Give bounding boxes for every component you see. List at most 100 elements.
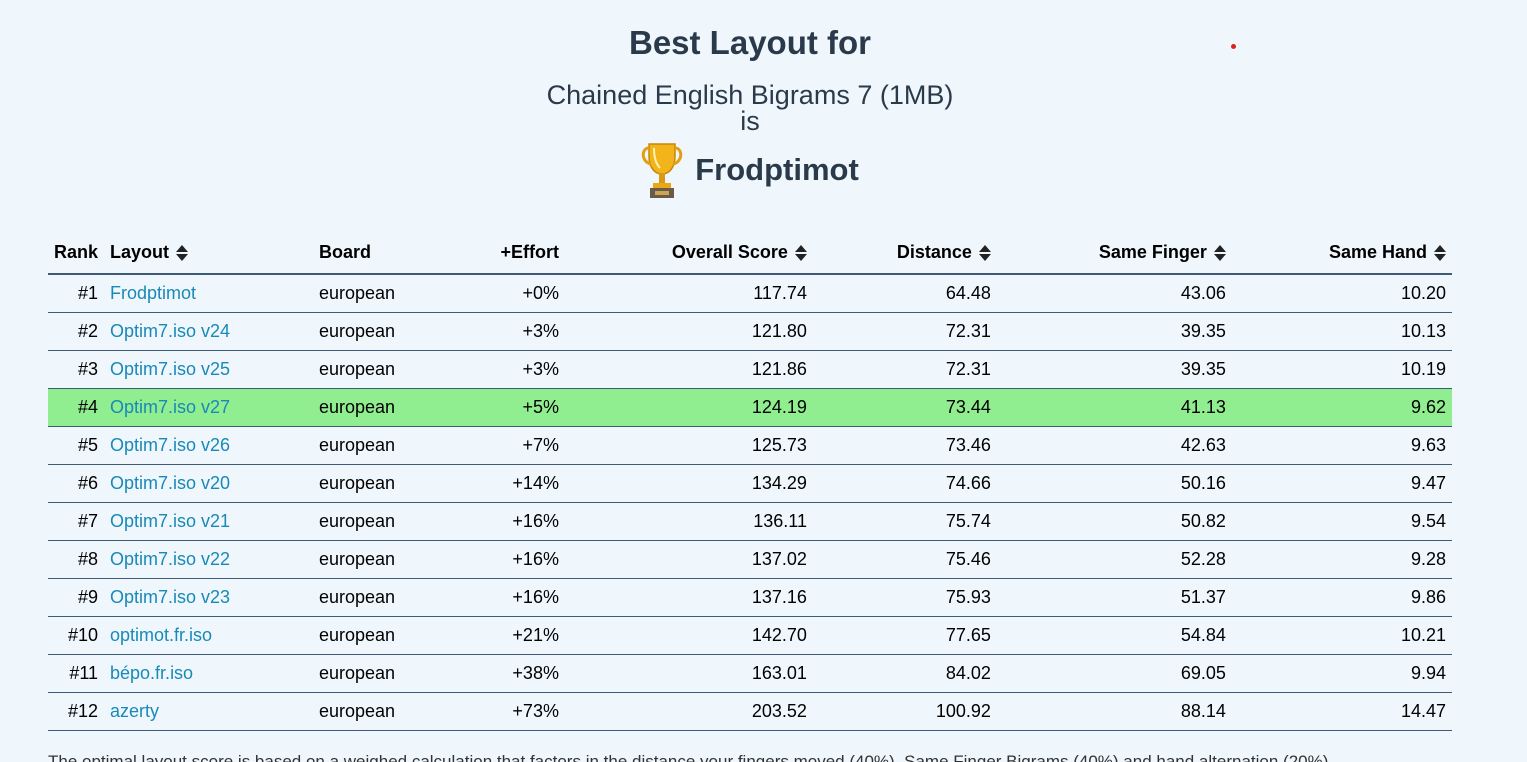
sort-icon[interactable] bbox=[1213, 245, 1226, 262]
table-row: #10 optimot.fr.iso european +21% 142.70 77.65… bbox=[48, 616, 1452, 655]
same-finger-cell: 50.16 bbox=[996, 464, 1232, 503]
overall-score-cell: 203.52 bbox=[564, 692, 813, 731]
distance-cell: 73.46 bbox=[812, 426, 997, 465]
same-finger-cell: 50.82 bbox=[996, 502, 1232, 541]
same-finger-cell: 39.35 bbox=[996, 312, 1232, 351]
table-row: #5 Optim7.iso v26 european +7% 125.73 73.46 42… bbox=[48, 426, 1452, 465]
rank-cell: #7 bbox=[48, 502, 105, 541]
same-hand-cell: 9.47 bbox=[1231, 464, 1452, 503]
rank-cell: #9 bbox=[48, 578, 105, 617]
layout-link[interactable]: azerty bbox=[104, 692, 313, 731]
layout-link[interactable]: Optim7.iso v22 bbox=[104, 540, 313, 579]
col-overall-score[interactable]: Overall Score bbox=[564, 232, 813, 275]
table-row: #9 Optim7.iso v23 european +16% 137.16 75.93 5… bbox=[48, 578, 1452, 617]
overall-score-cell: 117.74 bbox=[564, 274, 813, 313]
ranking-table: Rank Layout Board +Effort Overall Score … bbox=[48, 232, 1452, 731]
layout-link[interactable]: Optim7.iso v20 bbox=[104, 464, 313, 503]
board-cell: european bbox=[313, 692, 443, 731]
board-cell: european bbox=[313, 274, 443, 313]
overall-score-cell: 136.11 bbox=[564, 502, 813, 541]
rank-cell: #4 bbox=[48, 388, 105, 427]
same-finger-cell: 54.84 bbox=[996, 616, 1232, 655]
distance-cell: 100.92 bbox=[812, 692, 997, 731]
same-finger-cell: 88.14 bbox=[996, 692, 1232, 731]
layout-link[interactable]: bépo.fr.iso bbox=[104, 654, 313, 693]
sort-icon[interactable] bbox=[978, 245, 991, 262]
distance-cell: 77.65 bbox=[812, 616, 997, 655]
distance-cell: 84.02 bbox=[812, 654, 997, 693]
footer-note: The optimal layout score is based on a w… bbox=[48, 752, 1334, 762]
layout-link[interactable]: Optim7.iso v27 bbox=[104, 388, 313, 427]
sort-icon[interactable] bbox=[176, 245, 189, 262]
same-hand-cell: 9.62 bbox=[1231, 388, 1452, 427]
overall-score-cell: 125.73 bbox=[564, 426, 813, 465]
same-hand-cell: 9.54 bbox=[1231, 502, 1452, 541]
overall-score-cell: 137.16 bbox=[564, 578, 813, 617]
rank-cell: #10 bbox=[48, 616, 105, 655]
rank-cell: #8 bbox=[48, 540, 105, 579]
overall-score-cell: 121.86 bbox=[564, 350, 813, 389]
overall-score-cell: 137.02 bbox=[564, 540, 813, 579]
board-cell: european bbox=[313, 616, 443, 655]
rank-cell: #1 bbox=[48, 274, 105, 313]
table-row: #12 azerty european +73% 203.52 100.92 88.14 14… bbox=[48, 692, 1452, 731]
board-cell: european bbox=[313, 464, 443, 503]
same-finger-cell: 39.35 bbox=[996, 350, 1232, 389]
overall-score-cell: 121.80 bbox=[564, 312, 813, 351]
effort-cell: +0% bbox=[442, 274, 565, 313]
table-row: #4 Optim7.iso v27 european +5% 124.19 73.44 41… bbox=[48, 388, 1452, 427]
same-hand-cell: 10.19 bbox=[1231, 350, 1452, 389]
effort-cell: +38% bbox=[442, 654, 565, 693]
rank-cell: #11 bbox=[48, 654, 105, 693]
board-cell: european bbox=[313, 350, 443, 389]
table-row: #3 Optim7.iso v25 european +3% 121.86 72.31 39… bbox=[48, 350, 1452, 389]
effort-cell: +3% bbox=[442, 312, 565, 351]
layout-link[interactable]: Frodptimot bbox=[104, 274, 313, 313]
same-finger-cell: 52.28 bbox=[996, 540, 1232, 579]
same-finger-cell: 51.37 bbox=[996, 578, 1232, 617]
same-hand-cell: 9.63 bbox=[1231, 426, 1452, 465]
layout-link[interactable]: Optim7.iso v24 bbox=[104, 312, 313, 351]
col-distance[interactable]: Distance bbox=[812, 232, 997, 275]
col-same-hand[interactable]: Same Hand bbox=[1231, 232, 1452, 275]
effort-cell: +7% bbox=[442, 426, 565, 465]
layout-link[interactable]: Optim7.iso v21 bbox=[104, 502, 313, 541]
same-finger-cell: 43.06 bbox=[996, 274, 1232, 313]
layout-link[interactable]: Optim7.iso v23 bbox=[104, 578, 313, 617]
same-hand-cell: 10.21 bbox=[1231, 616, 1452, 655]
table-row: #7 Optim7.iso v21 european +16% 136.11 75.74 5… bbox=[48, 502, 1452, 541]
board-cell: european bbox=[313, 654, 443, 693]
sort-icon[interactable] bbox=[794, 245, 807, 262]
overall-score-cell: 142.70 bbox=[564, 616, 813, 655]
board-cell: european bbox=[313, 426, 443, 465]
board-cell: european bbox=[313, 578, 443, 617]
rank-cell: #6 bbox=[48, 464, 105, 503]
effort-cell: +5% bbox=[442, 388, 565, 427]
effort-cell: +3% bbox=[442, 350, 565, 389]
col-layout[interactable]: Layout bbox=[104, 232, 313, 275]
rank-cell: #5 bbox=[48, 426, 105, 465]
distance-cell: 64.48 bbox=[812, 274, 997, 313]
sort-icon[interactable] bbox=[1434, 245, 1446, 262]
same-hand-cell: 9.28 bbox=[1231, 540, 1452, 579]
effort-cell: +73% bbox=[442, 692, 565, 731]
effort-cell: +14% bbox=[442, 464, 565, 503]
table-row: #1 Frodptimot european +0% 117.74 64.48 43.06 1… bbox=[48, 274, 1452, 313]
distance-cell: 75.74 bbox=[812, 502, 997, 541]
table-row: #8 Optim7.iso v22 european +16% 137.02 75.46 5… bbox=[48, 540, 1452, 579]
col-same-finger[interactable]: Same Finger bbox=[996, 232, 1232, 275]
effort-cell: +16% bbox=[442, 578, 565, 617]
same-hand-cell: 9.94 bbox=[1231, 654, 1452, 693]
overall-score-cell: 124.19 bbox=[564, 388, 813, 427]
layout-link[interactable]: Optim7.iso v25 bbox=[104, 350, 313, 389]
col-board: Board bbox=[313, 232, 443, 275]
page: Best Layout for Chained English Bigrams … bbox=[0, 0, 1527, 762]
layout-link[interactable]: Optim7.iso v26 bbox=[104, 426, 313, 465]
effort-cell: +21% bbox=[442, 616, 565, 655]
same-hand-cell: 14.47 bbox=[1231, 692, 1452, 731]
board-cell: european bbox=[313, 312, 443, 351]
table-row: #11 bépo.fr.iso european +38% 163.01 84.02 69.… bbox=[48, 654, 1452, 693]
effort-cell: +16% bbox=[442, 502, 565, 541]
layout-link[interactable]: optimot.fr.iso bbox=[104, 616, 313, 655]
same-finger-cell: 42.63 bbox=[996, 426, 1232, 465]
